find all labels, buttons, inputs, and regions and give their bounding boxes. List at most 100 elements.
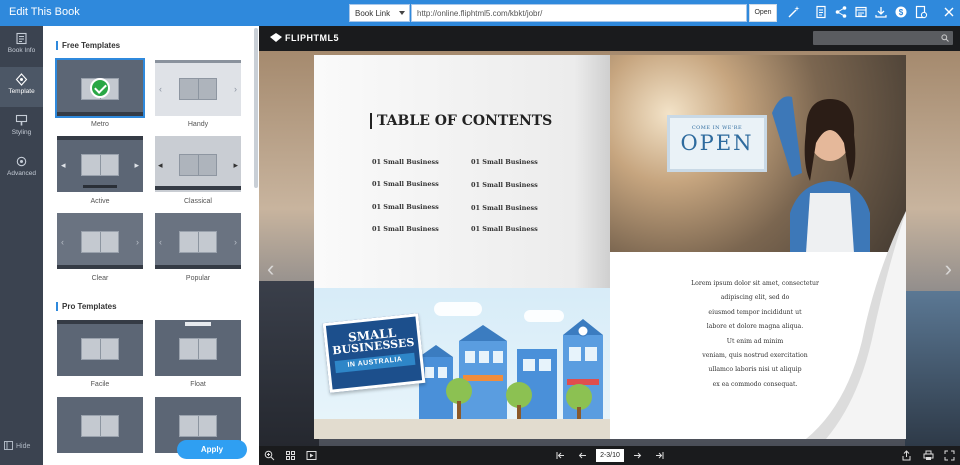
zoom-in-icon[interactable]: [264, 450, 275, 461]
image-icon[interactable]: [854, 5, 868, 19]
url-field[interactable]: http://online.fliphtml5.com/kbkt/jobr/: [411, 4, 747, 22]
fullscreen-icon[interactable]: [944, 450, 955, 461]
toc-item: 01 Small Business: [372, 225, 439, 233]
template-toolbar-preview: [83, 185, 117, 188]
template-label: Clear: [91, 275, 109, 282]
apply-button[interactable]: Apply: [177, 440, 247, 459]
print-icon[interactable]: [923, 450, 934, 461]
pro-templates-heading: Pro Templates: [56, 302, 117, 311]
chevron-left-icon: ‹: [159, 237, 162, 247]
storefront-illustration: SMALL BUSINESSES IN AUSTRALIA: [314, 288, 610, 439]
chevron-left-icon[interactable]: ‹: [267, 256, 274, 282]
template-toolbar-preview: [185, 322, 211, 326]
template-label: Active: [90, 198, 110, 205]
styling-icon: [15, 114, 28, 126]
share-icon[interactable]: [834, 5, 848, 19]
template-toolbar-preview: [57, 320, 143, 324]
last-page-icon[interactable]: [654, 450, 665, 461]
template-toolbar-preview: [155, 60, 241, 63]
viewer-search-input[interactable]: [813, 31, 953, 45]
logo-text: FLIPHTML5: [285, 33, 339, 43]
storefront-buildings: [419, 319, 603, 421]
template-label: Facile: [90, 381, 110, 388]
sidebar-item-template[interactable]: Template: [0, 67, 43, 107]
magic-wand-icon[interactable]: [787, 5, 801, 19]
chevron-left-icon: ‹: [61, 237, 64, 247]
viewer-bottom-bar: 2-3/10: [259, 446, 960, 465]
open-sign-text: OPEN: [680, 131, 754, 155]
download-icon[interactable]: [874, 5, 888, 19]
template-active[interactable]: ◂ ▸: [57, 136, 143, 192]
fliphtml5-logo: FLIPHTML5: [270, 33, 339, 43]
template-preview: [81, 338, 119, 360]
template-preview: [179, 231, 217, 253]
first-page-icon[interactable]: [555, 450, 566, 461]
template-popular[interactable]: ‹ ›: [155, 213, 241, 269]
chevron-right-icon: ›: [234, 237, 237, 247]
template-label: Classical: [183, 198, 212, 205]
page-curl[interactable]: [766, 211, 906, 439]
template-float[interactable]: [155, 320, 241, 376]
link-type-select[interactable]: Book Link: [349, 4, 410, 22]
search-icon: [941, 34, 949, 42]
template-toolbar-preview: [155, 186, 241, 190]
template-label: Metro: [91, 121, 109, 128]
template-toolbar-preview: [57, 112, 143, 116]
toc-item: 01 Small Business: [471, 158, 538, 166]
book-viewer: FLIPHTML5 ‹ › TABLE OF CONTENTS 01 Small…: [259, 26, 960, 465]
template-label: Float: [190, 381, 206, 388]
share-icon[interactable]: [901, 450, 912, 461]
template-metro[interactable]: [55, 58, 145, 118]
small-businesses-sign: SMALL BUSINESSES IN AUSTRALIA: [322, 313, 426, 393]
app-title: Edit This Book: [9, 6, 80, 18]
open-sign: COME IN WE'RE OPEN: [667, 115, 767, 172]
advanced-icon: [16, 156, 27, 167]
template-label: Handy: [187, 121, 209, 128]
panel-scrollbar[interactable]: [254, 28, 258, 188]
free-templates-heading: Free Templates: [56, 41, 120, 50]
dollar-icon[interactable]: $: [894, 5, 908, 19]
next-page-icon[interactable]: [632, 450, 643, 461]
document-icon[interactable]: [814, 5, 828, 19]
sidebar-item-label: Advanced: [7, 170, 36, 177]
chevron-right-icon: ▸: [134, 160, 139, 170]
collapse-icon: [4, 441, 13, 450]
template-preview: [179, 154, 217, 176]
play-icon[interactable]: [306, 450, 317, 461]
bookmark-icon[interactable]: [914, 5, 928, 19]
chevron-right-icon[interactable]: ›: [945, 256, 952, 282]
template-preview: [81, 231, 119, 253]
link-type-value: Book Link: [355, 9, 391, 18]
grid-icon[interactable]: [285, 450, 296, 461]
sidebar-item-styling[interactable]: Styling: [0, 108, 43, 148]
chevron-right-icon: ▸: [233, 160, 238, 170]
chevron-right-icon: ›: [136, 237, 139, 247]
toc-item: 01 Small Business: [471, 204, 538, 212]
book-info-icon: [16, 32, 27, 45]
hide-label: Hide: [16, 443, 31, 450]
page-number-field[interactable]: 2-3/10: [596, 449, 624, 462]
sidebar-item-label: Template: [8, 88, 35, 95]
open-button[interactable]: Open: [749, 4, 777, 22]
template-preview: [81, 415, 119, 437]
sidebar-item-advanced[interactable]: Advanced: [0, 149, 43, 189]
close-icon[interactable]: [942, 5, 956, 19]
sidebar-item-book-info[interactable]: Book Info: [0, 26, 43, 66]
viewer-top-bar: FLIPHTML5: [259, 26, 960, 51]
previous-page-icon[interactable]: [577, 450, 588, 461]
svg-text:$: $: [899, 8, 904, 17]
sidebar-item-label: Styling: [11, 129, 32, 136]
template-clear[interactable]: ‹ ›: [57, 213, 143, 269]
template-facile[interactable]: [57, 320, 143, 376]
template-handy[interactable]: ‹ ›: [155, 60, 241, 116]
chevron-left-icon: ‹: [159, 84, 162, 94]
template-pro-more[interactable]: [57, 397, 143, 453]
template-classical[interactable]: ◂ ▸: [155, 136, 241, 192]
hide-button[interactable]: Hide: [4, 441, 30, 450]
chevron-left-icon: ◂: [61, 160, 66, 170]
side-nav: Book Info Template Styling Advanced Hide: [0, 26, 43, 465]
toc-item: 01 Small Business: [372, 158, 439, 166]
book-page-left: TABLE OF CONTENTS 01 Small Business 01 S…: [314, 55, 610, 439]
template-toolbar-preview: [57, 136, 143, 140]
template-icon: [15, 73, 28, 86]
